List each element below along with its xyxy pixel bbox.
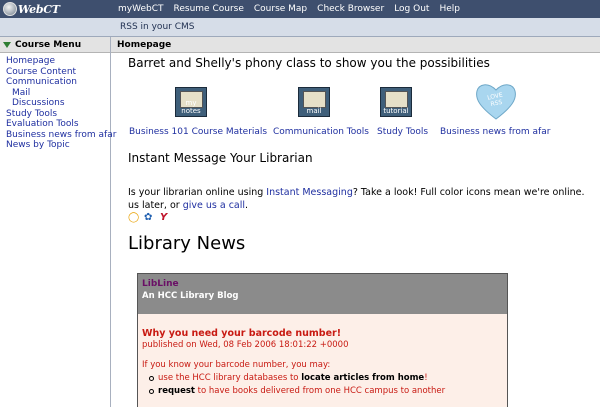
course-title-bar: RSS in your CMS bbox=[0, 18, 600, 37]
feed-body: Why you need your barcode number! publis… bbox=[138, 314, 507, 407]
collapse-triangle-icon[interactable] bbox=[3, 41, 11, 48]
sidebar-item-mail[interactable]: Mail bbox=[0, 88, 110, 99]
icon-link-business-news[interactable]: Business news from afar bbox=[440, 127, 550, 137]
feed-description: An HCC Library Blog bbox=[142, 291, 239, 301]
post-title-link[interactable]: Why you need your barcode number! bbox=[142, 328, 503, 339]
bullet-text: use the HCC library databases to bbox=[158, 373, 302, 383]
icon-link-communication-tools[interactable]: Communication Tools bbox=[273, 127, 369, 137]
face-icon bbox=[385, 91, 408, 108]
notes-tile-label: my notes bbox=[181, 99, 201, 115]
bullet-text: to have books delivered from one HCC cam… bbox=[194, 386, 446, 396]
mail-tile-label: mail bbox=[306, 107, 322, 115]
globe-icon bbox=[3, 2, 17, 16]
aim-running-man-icon[interactable]: ◯ bbox=[128, 213, 140, 223]
im-text-2: ? Take a look! Full color icons mean we'… bbox=[352, 187, 585, 198]
course-menu-header[interactable]: Course Menu bbox=[0, 37, 110, 53]
sidebar-item-evaluation-tools[interactable]: Evaluation Tools bbox=[0, 119, 110, 130]
sidebar-item-news-by-topic[interactable]: News by Topic bbox=[0, 140, 110, 151]
post-intro: If you know your barcode number, you may… bbox=[142, 360, 331, 370]
im-text-4: . bbox=[245, 200, 249, 211]
tutorial-tile-label: tutorial bbox=[383, 107, 409, 115]
course-menu-list: Homepage Course Content Communication Ma… bbox=[0, 53, 116, 151]
page-title: Homepage bbox=[117, 40, 172, 50]
im-heading: Instant Message Your Librarian bbox=[128, 151, 313, 165]
im-text-1: Is your librarian online using bbox=[128, 187, 267, 198]
sidebar-item-business-news[interactable]: Business news from afar bbox=[0, 130, 116, 141]
icon-link-study-tools[interactable]: Study Tools bbox=[377, 127, 428, 137]
nav-check-browser[interactable]: Check Browser bbox=[317, 4, 384, 14]
bullet-text-end: ! bbox=[424, 373, 428, 383]
library-news-heading: Library News bbox=[128, 233, 246, 254]
course-menu-title: Course Menu bbox=[15, 39, 82, 50]
envelope-icon bbox=[303, 91, 326, 108]
im-status-icons: ◯ ✿ Y bbox=[128, 213, 172, 223]
im-link-call[interactable]: give us a call bbox=[183, 200, 245, 211]
post-date: published on Wed, 08 Feb 2006 18:01:22 +… bbox=[142, 340, 349, 350]
im-paragraph: Is your librarian online using Instant M… bbox=[128, 186, 585, 212]
bullet-bold: request bbox=[158, 386, 195, 396]
nav-log-out[interactable]: Log Out bbox=[394, 4, 429, 14]
list-item: use the HCC library databases to locate … bbox=[142, 373, 503, 383]
list-item: request to have books delivered from one… bbox=[142, 386, 503, 396]
icon-link-course-materials[interactable]: Business 101 Course Materials bbox=[129, 127, 267, 137]
nav-resume-course[interactable]: Resume Course bbox=[174, 4, 244, 14]
nav-mywebct[interactable]: myWebCT bbox=[118, 4, 164, 14]
feed-title-link[interactable]: LibLine bbox=[142, 279, 503, 289]
sidebar-item-homepage[interactable]: Homepage bbox=[0, 56, 110, 67]
main-header: Homepage bbox=[111, 37, 600, 53]
sidebar-item-communication[interactable]: Communication bbox=[0, 77, 110, 88]
sidebar-item-discussions[interactable]: Discussions bbox=[0, 98, 110, 109]
love-rss-heart-icon[interactable]: LOVE RSS bbox=[474, 81, 518, 121]
msn-butterfly-icon[interactable]: ✿ bbox=[144, 213, 156, 223]
yahoo-y-icon[interactable]: Y bbox=[160, 213, 172, 223]
webct-logo[interactable]: WebCT bbox=[0, 0, 100, 18]
bullet-bold: locate articles from home bbox=[301, 373, 425, 383]
nav-help[interactable]: Help bbox=[439, 4, 460, 14]
im-link-instant-messaging[interactable]: Instant Messaging bbox=[266, 187, 353, 198]
top-nav-bar: WebCT myWebCT Resume Course Course Map C… bbox=[0, 0, 600, 18]
feed-header: LibLine An HCC Library Blog bbox=[138, 274, 507, 314]
logo-text: WebCT bbox=[18, 2, 60, 16]
notes-tile-icon[interactable]: my notes bbox=[175, 87, 207, 117]
sidebar-item-course-content[interactable]: Course Content bbox=[0, 67, 110, 78]
im-text-3: us later, or bbox=[128, 200, 183, 211]
top-nav-links: myWebCT Resume Course Course Map Check B… bbox=[100, 0, 470, 18]
mail-tile-icon[interactable]: mail bbox=[298, 87, 330, 117]
course-menu-sidebar: Course Menu Homepage Course Content Comm… bbox=[0, 37, 116, 407]
tutorial-tile-icon[interactable]: tutorial bbox=[380, 87, 412, 117]
rss-feed-box: LibLine An HCC Library Blog Why you need… bbox=[137, 273, 508, 407]
sidebar-item-study-tools[interactable]: Study Tools bbox=[0, 109, 110, 120]
course-name: RSS in your CMS bbox=[120, 22, 195, 32]
nav-course-map[interactable]: Course Map bbox=[254, 4, 307, 14]
course-description: Barret and Shelly's phony class to show … bbox=[128, 56, 490, 70]
